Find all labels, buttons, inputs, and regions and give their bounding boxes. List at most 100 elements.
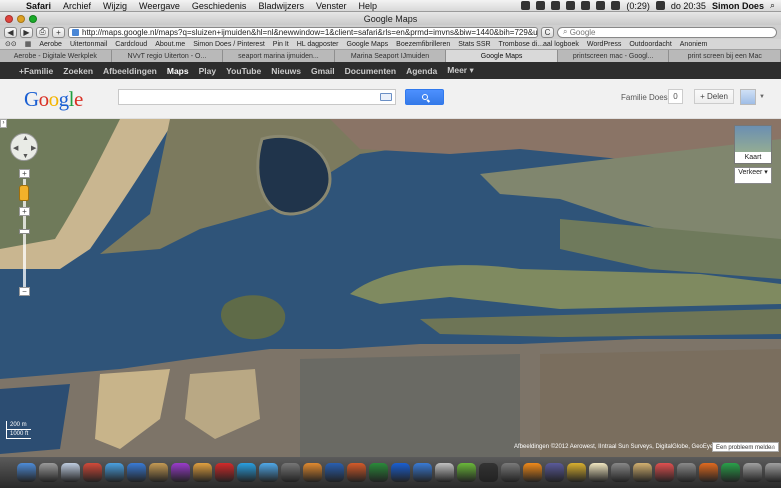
tab[interactable]: seaport marina ijmuiden...	[223, 50, 335, 62]
zoom-in-small-button[interactable]: +	[19, 207, 30, 216]
skype-icon[interactable]	[237, 463, 256, 482]
bookmark-item[interactable]: Stats SSR	[458, 41, 490, 48]
back-button[interactable]: ◀	[4, 26, 17, 38]
calculator-icon[interactable]	[611, 463, 630, 482]
bookmark-item[interactable]: Boezemfibrilleren	[396, 41, 450, 48]
itunes-icon[interactable]	[171, 463, 190, 482]
bluetooth-icon[interactable]	[581, 1, 591, 10]
excel-icon[interactable]	[369, 463, 388, 482]
gnav-familie[interactable]: +Familie	[14, 66, 58, 76]
bookmark-item[interactable]: Aerobe	[39, 41, 62, 48]
syncmate-icon[interactable]	[391, 463, 410, 482]
bookmark-item[interactable]: WordPress	[587, 41, 622, 48]
pan-right-icon[interactable]: ▶	[31, 144, 36, 152]
editor-icon[interactable]	[413, 463, 432, 482]
map-canvas[interactable]: › ▲ ▼ ◀ ▶ + + − Kaart Verkeer ▾ 200 m 10…	[0, 119, 781, 457]
share-button[interactable]: + Delen	[694, 89, 734, 104]
reading-list-icon[interactable]: ⊙⊙	[5, 40, 17, 48]
tray-app-icon[interactable]	[521, 1, 531, 10]
close-report-icon[interactable]: x	[771, 443, 774, 449]
firefox-icon[interactable]	[699, 463, 718, 482]
bookmark-item[interactable]: Pin It	[273, 41, 289, 48]
bookmark-item[interactable]: Cardcloud	[115, 41, 147, 48]
notes-icon[interactable]	[589, 463, 608, 482]
battery-status[interactable]: (0:29)	[626, 1, 650, 11]
collapse-panel-button[interactable]: ›	[0, 119, 7, 128]
map-type-button[interactable]: Kaart	[734, 125, 772, 164]
tab[interactable]: printscreen mac - Googl...	[558, 50, 670, 62]
menu-safari[interactable]: Safari	[20, 1, 57, 11]
menu-weergave[interactable]: Weergave	[133, 1, 186, 11]
evernote-icon[interactable]	[457, 463, 476, 482]
zoom-out-button[interactable]: −	[19, 287, 30, 296]
gnav-gmail[interactable]: Gmail	[306, 66, 340, 76]
gnav-nieuws[interactable]: Nieuws	[266, 66, 306, 76]
disk-icon[interactable]	[765, 463, 781, 482]
vlc-icon[interactable]	[523, 463, 542, 482]
gnav-afbeeldingen[interactable]: Afbeeldingen	[98, 66, 162, 76]
launchpad-icon[interactable]	[39, 463, 58, 482]
volume-icon[interactable]	[611, 1, 621, 10]
tab[interactable]: Marina Seaport IJmuiden	[335, 50, 447, 62]
user-name[interactable]: Familie Does	[621, 93, 668, 102]
tray-app-icon[interactable]	[536, 1, 546, 10]
ical-icon[interactable]	[83, 463, 102, 482]
tray-app-icon[interactable]	[551, 1, 561, 10]
zoom-window-button[interactable]	[29, 14, 37, 23]
bookmark-item[interactable]: Outdoordacht	[629, 41, 671, 48]
wifi-icon[interactable]	[596, 1, 606, 10]
keyboard-icon[interactable]	[380, 93, 392, 101]
tab[interactable]: Aerobe - Digitale Werkplek	[0, 50, 112, 62]
tab[interactable]: NVvT regio Uiterton - O...	[112, 50, 224, 62]
search-field[interactable]: ⌕ Google	[557, 26, 777, 38]
zoom-slider-thumb[interactable]	[19, 229, 30, 234]
gnav-zoeken[interactable]: Zoeken	[58, 66, 98, 76]
app-store-icon[interactable]	[127, 463, 146, 482]
minimize-window-button[interactable]	[17, 14, 25, 23]
notification-count[interactable]: 0	[668, 89, 683, 104]
spotlight-icon[interactable]: ⌕	[770, 0, 775, 11]
bookmark-item[interactable]: Google Maps	[347, 41, 389, 48]
bookmark-item[interactable]: Trombose di...aal logboek	[499, 41, 579, 48]
reload-button[interactable]: C	[541, 26, 554, 38]
hema-icon[interactable]	[215, 463, 234, 482]
network-icon[interactable]	[501, 463, 520, 482]
close-window-button[interactable]	[5, 14, 13, 23]
menu-venster[interactable]: Venster	[310, 1, 353, 11]
menu-wijzig[interactable]: Wijzig	[97, 1, 133, 11]
gnav-documenten[interactable]: Documenten	[340, 66, 401, 76]
menu-archief[interactable]: Archief	[57, 1, 97, 11]
gnav-meer[interactable]: Meer ▾	[442, 65, 478, 76]
bookmark-item[interactable]: Anoniem	[680, 41, 708, 48]
gnav-play[interactable]: Play	[194, 66, 222, 76]
tab[interactable]: print screen bij een Mac	[669, 50, 781, 62]
finder-icon[interactable]	[17, 463, 36, 482]
messages-icon[interactable]	[259, 463, 278, 482]
chevron-down-icon[interactable]: ▼	[759, 94, 765, 100]
bookmark-item[interactable]: About.me	[155, 41, 185, 48]
safari-icon[interactable]	[105, 463, 124, 482]
search-button[interactable]	[405, 89, 444, 105]
clock[interactable]: do 20:35	[671, 1, 706, 11]
chrome-icon[interactable]	[567, 463, 586, 482]
share-icon[interactable]: ⎙	[36, 26, 49, 38]
color-icon[interactable]	[655, 463, 674, 482]
bookmark-item[interactable]: HL dagposter	[297, 41, 339, 48]
preview-icon[interactable]	[193, 463, 212, 482]
pan-down-icon[interactable]: ▼	[22, 153, 29, 160]
quill-icon[interactable]	[303, 463, 322, 482]
tab-active[interactable]: Google Maps	[446, 50, 558, 62]
menu-bladwijzers[interactable]: Bladwijzers	[252, 1, 310, 11]
add-bookmark-button[interactable]: +	[52, 26, 65, 38]
printer-icon[interactable]	[435, 463, 454, 482]
photo-icon[interactable]	[149, 463, 168, 482]
menu-help[interactable]: Help	[352, 1, 383, 11]
zoom-in-button[interactable]: +	[19, 169, 30, 178]
top-sites-icon[interactable]: ▦	[25, 40, 32, 48]
contacts-icon[interactable]	[633, 463, 652, 482]
pan-control[interactable]: ▲ ▼ ◀ ▶	[10, 133, 38, 161]
pan-up-icon[interactable]: ▲	[22, 135, 29, 142]
bookmark-item[interactable]: Uitertonmail	[70, 41, 107, 48]
mail-icon[interactable]	[61, 463, 80, 482]
pen-icon[interactable]	[281, 463, 300, 482]
